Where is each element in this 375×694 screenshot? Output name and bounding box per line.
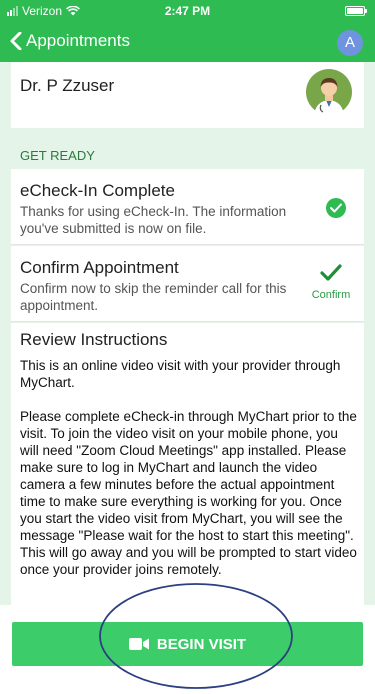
confirm-label: Confirm <box>311 289 351 301</box>
chevron-left-icon <box>10 32 22 50</box>
task-confirm-appointment[interactable]: Confirm Appointment Confirm now to skip … <box>11 246 364 322</box>
provider-name: Dr. P Zzuser <box>20 76 115 95</box>
task-description: Thanks for using eCheck-In. The informat… <box>20 204 287 236</box>
begin-visit-button[interactable]: BEGIN VISIT <box>12 622 363 666</box>
begin-visit-label: BEGIN VISIT <box>156 635 247 653</box>
section-header-get-ready: GET READY <box>20 148 95 163</box>
check-circle-icon <box>326 198 346 218</box>
status-bar: Verizon 2:47 PM <box>0 0 375 22</box>
review-title: Review Instructions <box>20 330 168 349</box>
task-title: eCheck-In Complete <box>20 181 175 200</box>
review-paragraph: Please complete eCheck-in through MyChar… <box>20 409 357 577</box>
task-title: Confirm Appointment <box>20 258 179 277</box>
back-label: Appointments <box>26 31 130 50</box>
checkmark-icon <box>320 264 342 281</box>
review-text: This is an online video visit with your … <box>20 357 360 595</box>
task-description: Confirm now to skip the reminder call fo… <box>20 281 287 313</box>
nav-bar: Appointments A <box>0 22 375 62</box>
user-avatar[interactable]: A <box>337 30 363 56</box>
video-camera-icon <box>128 638 149 650</box>
back-button[interactable]: Appointments <box>10 31 130 51</box>
confirm-button[interactable]: Confirm <box>306 264 356 303</box>
status-time: 2:47 PM <box>164 4 211 18</box>
provider-card[interactable]: Dr. P Zzuser <box>11 62 364 128</box>
review-paragraph: This is an online video visit with your … <box>20 358 341 390</box>
task-echeck-in[interactable]: eCheck-In Complete Thanks for using eChe… <box>11 169 364 245</box>
doctor-avatar-icon <box>306 69 352 115</box>
battery-icon <box>345 6 367 16</box>
review-instructions-card: Review Instructions This is an online vi… <box>11 323 364 605</box>
